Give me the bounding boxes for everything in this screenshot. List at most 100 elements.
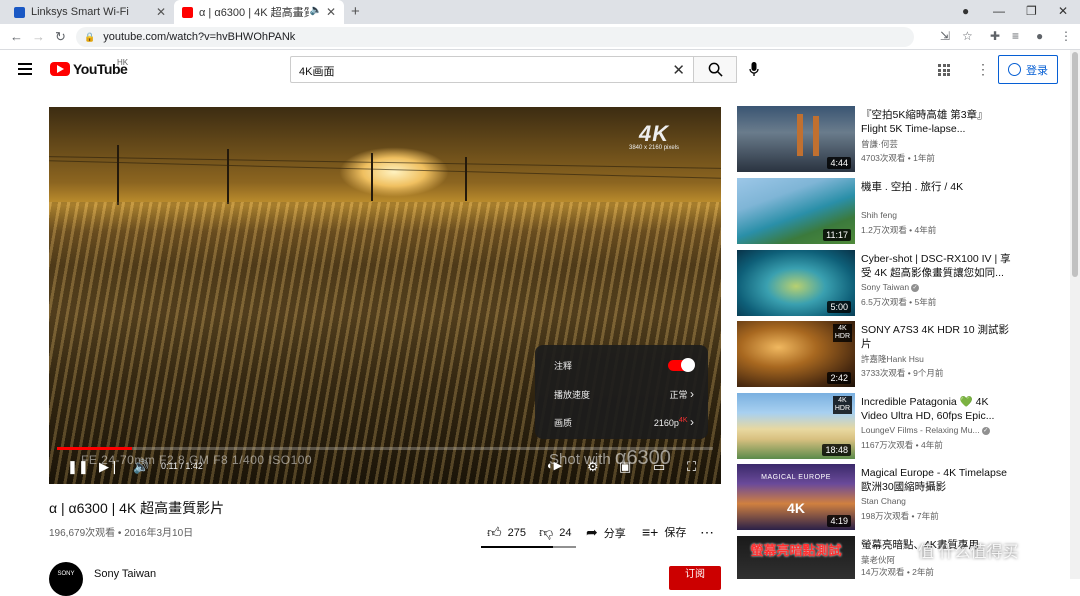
4k-badge: 4K 3840 x 2160 pixels: [629, 121, 679, 151]
recommendation-thumbnail[interactable]: 5:00: [737, 250, 855, 316]
4k-hdr-badge: 4K HDR: [832, 396, 852, 414]
save-button[interactable]: ≡+ 保存: [642, 524, 686, 540]
thumbs-up-icon: 👍︎: [487, 524, 502, 540]
recommendation-item[interactable]: 4K HDR 2:42 SONY A7S3 4K HDR 10 測試影片 許嘉隆H…: [737, 321, 1077, 387]
thumbnail-text: MAGICAL EUROPE: [761, 474, 831, 481]
recommendation-thumbnail[interactable]: 4K HDR 2:42: [737, 321, 855, 387]
progress-bar[interactable]: [57, 447, 713, 450]
dislike-button[interactable]: 👎︎ 24: [539, 524, 571, 541]
recommendation-channel[interactable]: 葉老伙阿: [861, 554, 895, 566]
speed-label: 播放速度: [554, 389, 591, 400]
search-input[interactable]: 4K画面 ✕: [290, 56, 694, 83]
volume-icon[interactable]: 🔊: [133, 459, 149, 475]
annotations-toggle[interactable]: [668, 358, 695, 372]
recommendation-channel[interactable]: Stan Chang: [861, 496, 906, 506]
youtube-header: YouTube HK 4K画面 ✕ ⋮ 登录: [0, 50, 1080, 90]
tab-linksys[interactable]: Linksys Smart Wi-Fi ✕: [6, 0, 174, 24]
theater-mode-icon[interactable]: ▭: [653, 459, 665, 475]
recommendation-item[interactable]: 11:17 機車 . 空拍 . 旅行 / 4K Shih feng 1.2万次观…: [737, 178, 1077, 244]
duration-badge: 2:42: [827, 372, 851, 384]
audio-icon[interactable]: 🔈: [310, 5, 322, 16]
login-button[interactable]: 登录: [998, 55, 1058, 84]
settings-speed-row[interactable]: 播放速度 正常 ›: [554, 387, 694, 401]
hamburger-menu-icon[interactable]: [18, 63, 32, 78]
recommendation-thumbnail[interactable]: 11:17: [737, 178, 855, 244]
subscribe-button[interactable]: 订阅: [669, 566, 721, 590]
speed-value: 正常: [669, 390, 688, 400]
minimize-icon[interactable]: —: [993, 4, 1005, 18]
recommendation-item[interactable]: 4K HDR 18:48 Incredible Patagonia 💚 4K Vi…: [737, 393, 1077, 459]
thumbs-down-icon: 👎︎: [539, 524, 554, 540]
recommendation-item[interactable]: 螢幕亮暗點測試 螢幕亮暗點、4K畫質專用 葉老伙阿 14万次观看 • 2年前: [737, 536, 1077, 579]
recommendation-item[interactable]: MAGICAL EUROPE 4K 4:19 Magical Europe - …: [737, 464, 1077, 530]
recommendation-item[interactable]: 4:44 『空拍5K縮時高雄 第3章』Flight 5K Time-lapse.…: [737, 106, 1077, 172]
share-button[interactable]: ➦ 分享: [586, 524, 626, 541]
channel-label: Sony Taiwan: [861, 282, 910, 292]
forward-icon[interactable]: →: [32, 29, 45, 44]
chevron-right-icon: ›: [690, 387, 694, 401]
recommendation-title[interactable]: Magical Europe - 4K Timelapse 歐洲30國縮時攝影: [861, 466, 1011, 494]
pause-icon[interactable]: ❚❚: [67, 459, 89, 475]
recommendation-meta: 6.5万次观看 • 5年前: [861, 297, 937, 307]
search-button[interactable]: [694, 56, 737, 83]
settings-annotations-row[interactable]: 注释: [554, 358, 695, 372]
chrome-menu-icon[interactable]: ⋮: [1060, 29, 1072, 43]
video-player[interactable]: 4K 3840 x 2160 pixels FE 24-70mm F2.8 GM…: [49, 107, 721, 484]
recommendation-title[interactable]: 機車 . 空拍 . 旅行 / 4K: [861, 180, 1011, 194]
clear-search-icon[interactable]: ✕: [672, 61, 685, 79]
close-tab-icon[interactable]: ✕: [326, 5, 336, 19]
duration-badge: 4:19: [827, 515, 851, 527]
channel-avatar[interactable]: SONY: [49, 562, 83, 596]
more-options-icon[interactable]: ⋮: [976, 61, 990, 78]
recommendation-title[interactable]: SONY A7S3 4K HDR 10 測試影片: [861, 323, 1011, 351]
recommendation-meta: 1167万次观看 • 4年前: [861, 440, 943, 450]
miniplayer-icon[interactable]: ▣: [619, 459, 631, 475]
recommendation-thumbnail[interactable]: 螢幕亮暗點測試: [737, 536, 855, 579]
bookmark-star-icon[interactable]: ☆: [962, 29, 973, 43]
recommendation-thumbnail[interactable]: MAGICAL EUROPE 4K 4:19: [737, 464, 855, 530]
profile-menu-icon[interactable]: ●: [962, 4, 969, 18]
back-icon[interactable]: ←: [10, 29, 23, 44]
url-field[interactable]: 🔒 youtube.com/watch?v=hvBHWOhPANk: [76, 27, 914, 47]
reading-list-icon[interactable]: ≡: [1012, 29, 1019, 43]
extensions-icon[interactable]: ✚: [990, 29, 1000, 43]
autoplay-toggle-icon[interactable]: ◐▶: [547, 459, 562, 472]
recommendation-title[interactable]: 『空拍5K縮時高雄 第3章』Flight 5K Time-lapse...: [861, 108, 1011, 136]
recommendation-channel[interactable]: LoungeV Films - Relaxing Mu... ✓: [861, 425, 990, 435]
more-actions-icon[interactable]: ⋯: [700, 524, 714, 541]
settings-quality-row[interactable]: 画质 2160p4K ›: [554, 415, 694, 429]
apps-grid-icon[interactable]: [938, 64, 950, 76]
tab-youtube[interactable]: α | α6300 | 4K 超高畫質影片 🔈 ✕: [174, 0, 344, 24]
recommendation-channel[interactable]: 曾謙·何芸: [861, 138, 898, 150]
install-icon[interactable]: ⇲: [940, 29, 950, 43]
recommendation-channel[interactable]: Sony Taiwan ✓: [861, 282, 920, 292]
recommendation-channel[interactable]: 許嘉隆Hank Hsu: [861, 353, 924, 365]
pagoda-shape: [813, 116, 819, 156]
region-label: HK: [117, 58, 129, 67]
search-value: 4K画面: [299, 66, 335, 78]
duration-badge: 5:00: [827, 301, 851, 313]
next-icon[interactable]: ▶❘: [99, 459, 120, 475]
recommendation-meta: 3733次观看 • 9个月前: [861, 368, 944, 378]
recommendation-thumbnail[interactable]: 4K HDR 18:48: [737, 393, 855, 459]
reload-icon[interactable]: ↻: [55, 29, 66, 45]
maximize-icon[interactable]: ❐: [1026, 4, 1037, 18]
recommendation-item[interactable]: 5:00 Cyber-shot | DSC-RX100 IV | 享受 4K 超…: [737, 250, 1077, 316]
recommendation-thumbnail[interactable]: 4:44: [737, 106, 855, 172]
4k-badge-text: 4K: [638, 121, 670, 146]
settings-menu: 注释 播放速度 正常 › 画质 2160p4K ›: [535, 345, 708, 439]
like-button[interactable]: 👍︎ 275: [487, 524, 526, 541]
settings-gear-icon[interactable]: ⚙: [587, 459, 599, 475]
fullscreen-icon[interactable]: ⛶: [687, 459, 696, 475]
utility-pole: [465, 157, 467, 201]
youtube-logo[interactable]: YouTube HK: [50, 58, 129, 77]
recommendation-title[interactable]: Incredible Patagonia 💚 4K Video Ultra HD…: [861, 395, 1011, 423]
profile-icon[interactable]: ●: [1036, 29, 1043, 43]
channel-name[interactable]: Sony Taiwan: [94, 568, 156, 580]
recommendation-channel[interactable]: Shih feng: [861, 210, 897, 220]
close-tab-icon[interactable]: ✕: [156, 5, 166, 19]
new-tab-icon[interactable]: +: [351, 3, 360, 20]
close-window-icon[interactable]: ✕: [1058, 4, 1068, 18]
microphone-icon[interactable]: [749, 62, 759, 77]
recommendation-title[interactable]: Cyber-shot | DSC-RX100 IV | 享受 4K 超高影像畫質…: [861, 252, 1011, 280]
